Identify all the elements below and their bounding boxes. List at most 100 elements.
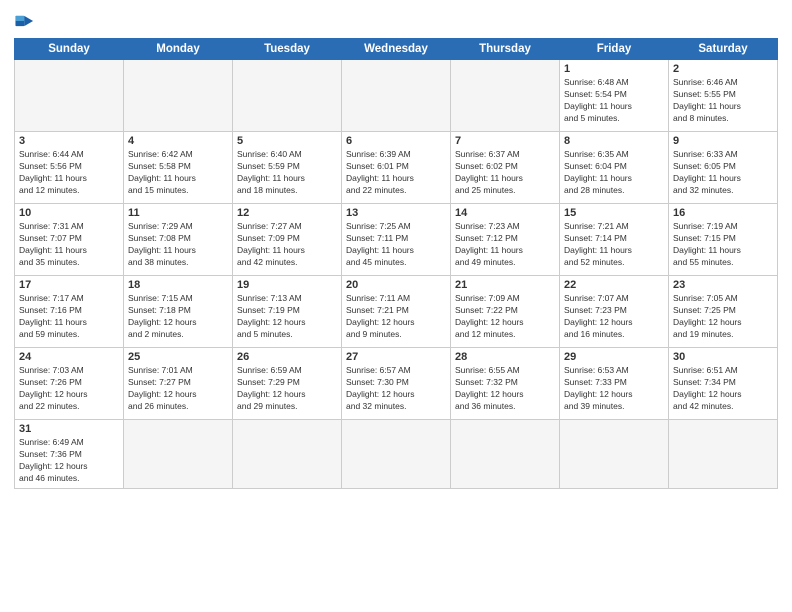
calendar-cell: 17 Sunrise: 7:17 AM Sunset: 7:16 PM Dayli… (15, 276, 124, 348)
calendar-cell: 23 Sunrise: 7:05 AM Sunset: 7:25 PM Dayli… (669, 276, 778, 348)
calendar-cell: 11 Sunrise: 7:29 AM Sunset: 7:08 PM Dayli… (124, 204, 233, 276)
day-number: 2 (673, 63, 773, 75)
day-number: 5 (237, 135, 337, 147)
calendar-cell: 27 Sunrise: 6:57 AM Sunset: 7:30 PM Dayli… (342, 348, 451, 420)
day-number: 3 (19, 135, 119, 147)
day-number: 13 (346, 207, 446, 219)
day-number: 21 (455, 279, 555, 291)
day-number: 12 (237, 207, 337, 219)
calendar-week-5: 24Sunrise: 7:03 AM Sunset: 7:26 PM Dayli… (15, 348, 778, 420)
day-info: Sunrise: 7:05 AM Sunset: 7:25 PM Dayligh… (673, 293, 773, 341)
calendar-cell (15, 60, 124, 132)
day-info: Sunrise: 7:19 AM Sunset: 7:15 PM Dayligh… (673, 221, 773, 269)
logo (14, 10, 40, 32)
calendar-cell: 21 Sunrise: 7:09 AM Sunset: 7:22 PM Dayli… (451, 276, 560, 348)
day-info: Sunrise: 6:57 AM Sunset: 7:30 PM Dayligh… (346, 365, 446, 413)
day-number: 23 (673, 279, 773, 291)
calendar-cell: 20 Sunrise: 7:11 AM Sunset: 7:21 PM Dayli… (342, 276, 451, 348)
calendar-cell: 6 Sunrise: 6:39 AM Sunset: 6:01 PM Daylig… (342, 132, 451, 204)
calendar-cell: 15Sunrise: 7:21 AM Sunset: 7:14 PM Dayli… (560, 204, 669, 276)
day-number: 10 (19, 207, 119, 219)
day-info: Sunrise: 7:11 AM Sunset: 7:21 PM Dayligh… (346, 293, 446, 341)
weekday-header-thursday: Thursday (451, 39, 560, 60)
day-info: Sunrise: 6:44 AM Sunset: 5:56 PM Dayligh… (19, 149, 119, 197)
calendar-cell: 18Sunrise: 7:15 AM Sunset: 7:18 PM Dayli… (124, 276, 233, 348)
day-info: Sunrise: 7:17 AM Sunset: 7:16 PM Dayligh… (19, 293, 119, 341)
day-number: 16 (673, 207, 773, 219)
calendar-cell (669, 420, 778, 489)
day-info: Sunrise: 6:48 AM Sunset: 5:54 PM Dayligh… (564, 77, 664, 125)
day-info: Sunrise: 6:53 AM Sunset: 7:33 PM Dayligh… (564, 365, 664, 413)
day-info: Sunrise: 7:29 AM Sunset: 7:08 PM Dayligh… (128, 221, 228, 269)
day-info: Sunrise: 7:03 AM Sunset: 7:26 PM Dayligh… (19, 365, 119, 413)
calendar-cell: 12 Sunrise: 7:27 AM Sunset: 7:09 PM Dayli… (233, 204, 342, 276)
calendar-week-2: 3 Sunrise: 6:44 AM Sunset: 5:56 PM Daylig… (15, 132, 778, 204)
day-info: Sunrise: 6:46 AM Sunset: 5:55 PM Dayligh… (673, 77, 773, 125)
calendar-cell: 7 Sunrise: 6:37 AM Sunset: 6:02 PM Daylig… (451, 132, 560, 204)
day-number: 14 (455, 207, 555, 219)
day-info: Sunrise: 7:21 AM Sunset: 7:14 PM Dayligh… (564, 221, 664, 269)
calendar-cell (451, 60, 560, 132)
weekday-header-tuesday: Tuesday (233, 39, 342, 60)
day-number: 19 (237, 279, 337, 291)
day-info: Sunrise: 6:51 AM Sunset: 7:34 PM Dayligh… (673, 365, 773, 413)
day-info: Sunrise: 6:39 AM Sunset: 6:01 PM Dayligh… (346, 149, 446, 197)
day-number: 27 (346, 351, 446, 363)
day-number: 28 (455, 351, 555, 363)
calendar-cell: 29 Sunrise: 6:53 AM Sunset: 7:33 PM Dayli… (560, 348, 669, 420)
weekday-header-sunday: Sunday (15, 39, 124, 60)
calendar-cell: 26Sunrise: 6:59 AM Sunset: 7:29 PM Dayli… (233, 348, 342, 420)
calendar-cell: 16 Sunrise: 7:19 AM Sunset: 7:15 PM Dayli… (669, 204, 778, 276)
day-number: 11 (128, 207, 228, 219)
day-number: 7 (455, 135, 555, 147)
calendar-week-3: 10 Sunrise: 7:31 AM Sunset: 7:07 PM Dayli… (15, 204, 778, 276)
day-number: 26 (237, 351, 337, 363)
calendar-cell: 10 Sunrise: 7:31 AM Sunset: 7:07 PM Dayli… (15, 204, 124, 276)
calendar-cell: 24Sunrise: 7:03 AM Sunset: 7:26 PM Dayli… (15, 348, 124, 420)
calendar-week-6: 31Sunrise: 6:49 AM Sunset: 7:36 PM Dayli… (15, 420, 778, 489)
day-number: 29 (564, 351, 664, 363)
calendar-cell: 14 Sunrise: 7:23 AM Sunset: 7:12 PM Dayli… (451, 204, 560, 276)
day-info: Sunrise: 7:25 AM Sunset: 7:11 PM Dayligh… (346, 221, 446, 269)
calendar-cell: 9 Sunrise: 6:33 AM Sunset: 6:05 PM Daylig… (669, 132, 778, 204)
calendar-cell (233, 60, 342, 132)
day-info: Sunrise: 7:27 AM Sunset: 7:09 PM Dayligh… (237, 221, 337, 269)
weekday-header-friday: Friday (560, 39, 669, 60)
day-info: Sunrise: 6:49 AM Sunset: 7:36 PM Dayligh… (19, 437, 119, 485)
calendar-cell (124, 60, 233, 132)
day-number: 25 (128, 351, 228, 363)
calendar-header: SundayMondayTuesdayWednesdayThursdayFrid… (15, 39, 778, 60)
day-info: Sunrise: 6:42 AM Sunset: 5:58 PM Dayligh… (128, 149, 228, 197)
day-number: 9 (673, 135, 773, 147)
calendar-body: 1 Sunrise: 6:48 AM Sunset: 5:54 PM Daylig… (15, 60, 778, 489)
day-number: 4 (128, 135, 228, 147)
weekday-header-saturday: Saturday (669, 39, 778, 60)
generalblue-logo-icon (14, 10, 36, 32)
day-info: Sunrise: 7:09 AM Sunset: 7:22 PM Dayligh… (455, 293, 555, 341)
day-info: Sunrise: 7:07 AM Sunset: 7:23 PM Dayligh… (564, 293, 664, 341)
day-info: Sunrise: 6:55 AM Sunset: 7:32 PM Dayligh… (455, 365, 555, 413)
calendar-cell (233, 420, 342, 489)
day-info: Sunrise: 7:01 AM Sunset: 7:27 PM Dayligh… (128, 365, 228, 413)
calendar-cell: 2 Sunrise: 6:46 AM Sunset: 5:55 PM Daylig… (669, 60, 778, 132)
day-info: Sunrise: 7:15 AM Sunset: 7:18 PM Dayligh… (128, 293, 228, 341)
weekday-header-wednesday: Wednesday (342, 39, 451, 60)
calendar-cell: 28 Sunrise: 6:55 AM Sunset: 7:32 PM Dayli… (451, 348, 560, 420)
page: SundayMondayTuesdayWednesdayThursdayFrid… (0, 0, 792, 612)
calendar-cell: 19 Sunrise: 7:13 AM Sunset: 7:19 PM Dayli… (233, 276, 342, 348)
calendar-cell: 1 Sunrise: 6:48 AM Sunset: 5:54 PM Daylig… (560, 60, 669, 132)
calendar-cell: 3 Sunrise: 6:44 AM Sunset: 5:56 PM Daylig… (15, 132, 124, 204)
day-info: Sunrise: 7:23 AM Sunset: 7:12 PM Dayligh… (455, 221, 555, 269)
calendar-table: SundayMondayTuesdayWednesdayThursdayFrid… (14, 38, 778, 489)
day-number: 20 (346, 279, 446, 291)
day-info: Sunrise: 6:33 AM Sunset: 6:05 PM Dayligh… (673, 149, 773, 197)
calendar-cell: 4 Sunrise: 6:42 AM Sunset: 5:58 PM Daylig… (124, 132, 233, 204)
day-info: Sunrise: 6:37 AM Sunset: 6:02 PM Dayligh… (455, 149, 555, 197)
day-number: 17 (19, 279, 119, 291)
day-number: 6 (346, 135, 446, 147)
day-info: Sunrise: 7:31 AM Sunset: 7:07 PM Dayligh… (19, 221, 119, 269)
day-number: 1 (564, 63, 664, 75)
calendar-week-4: 17 Sunrise: 7:17 AM Sunset: 7:16 PM Dayli… (15, 276, 778, 348)
day-info: Sunrise: 7:13 AM Sunset: 7:19 PM Dayligh… (237, 293, 337, 341)
calendar-week-1: 1 Sunrise: 6:48 AM Sunset: 5:54 PM Daylig… (15, 60, 778, 132)
